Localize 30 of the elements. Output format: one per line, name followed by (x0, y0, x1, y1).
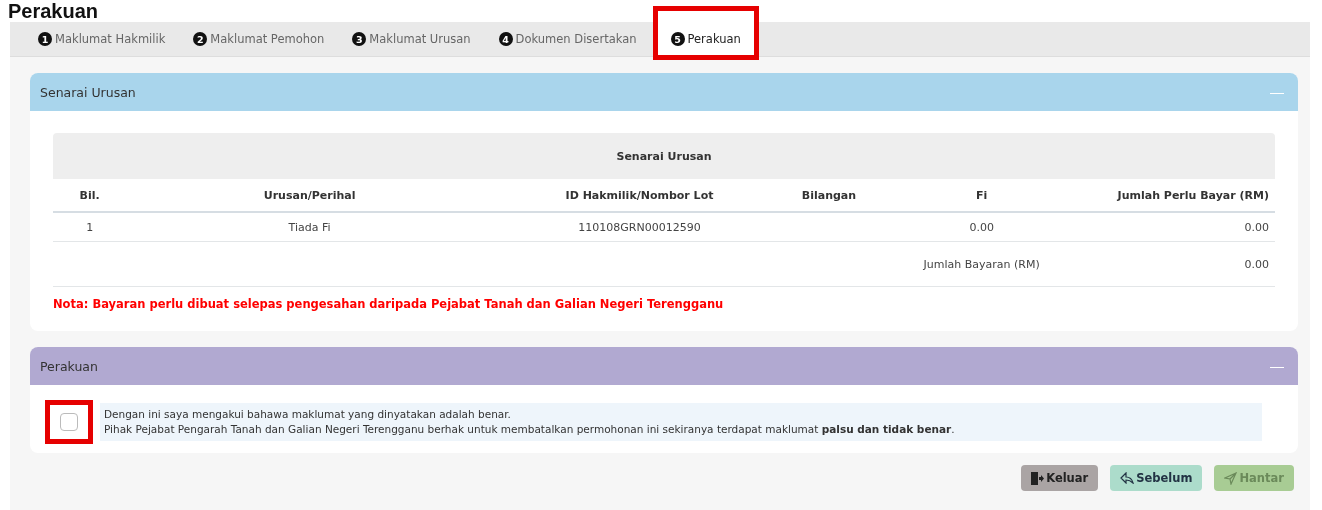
paper-plane-icon (1224, 471, 1238, 485)
column-header: Fi (871, 179, 1092, 212)
step-tab[interactable]: 4 Dokumen Disertakan (484, 22, 651, 56)
column-header: ID Hakmilik/Nombor Lot (492, 179, 787, 212)
payment-note: Nota: Bayaran perlu dibuat selepas pengesahan daripada Pejabat Tanah dan Galian Negeri Terengganu (53, 297, 725, 311)
declaration-text: Dengan ini saya mengakui bahawa maklumat yang dinyatakan adalah benar. (104, 407, 512, 422)
panel-title: Senarai Urusan (40, 84, 136, 100)
step-tab[interactable]: 2 Maklumat Pemohon (179, 22, 339, 56)
door-icon (1031, 471, 1045, 485)
table-cell: 0.00 (1091, 212, 1275, 242)
table-cell: Tiada Fi (126, 212, 493, 242)
panel-title: Perakuan (40, 358, 98, 374)
page-title: Perakuan (8, 0, 99, 22)
column-header: Bil. (53, 179, 127, 212)
reply-arrow-icon (1120, 472, 1135, 484)
table-cell: 110108GRN00012590 (492, 212, 787, 242)
declaration-text: Pihak Pejabat Pengarah Tanah dan Galian Negeri Terengganu berhak untuk membatalkan permohonan ini sekiranya terdapat maklumat palsu dan tidak benar. (104, 422, 956, 437)
total-label: Jumlah Bayaran (RM) (871, 241, 1092, 287)
total-value: 0.00 (1091, 241, 1275, 287)
step-tab[interactable]: 1 Maklumat Hakmilik (24, 22, 180, 56)
column-header: Bilangan (786, 179, 872, 212)
table-cell: 0.00 (871, 212, 1092, 242)
checkbox[interactable] (60, 413, 78, 431)
back-button[interactable]: Sebelum (1110, 465, 1203, 491)
exit-button[interactable]: Keluar (1021, 465, 1099, 491)
column-header: Jumlah Perlu Bayar (RM) (1091, 179, 1275, 212)
step-tab[interactable]: 3 Maklumat Urusan (338, 22, 485, 56)
column-header: Urusan/Perihal (126, 179, 493, 212)
table-cell: 1 (53, 212, 127, 242)
table-caption: Senarai Urusan (53, 133, 1275, 179)
